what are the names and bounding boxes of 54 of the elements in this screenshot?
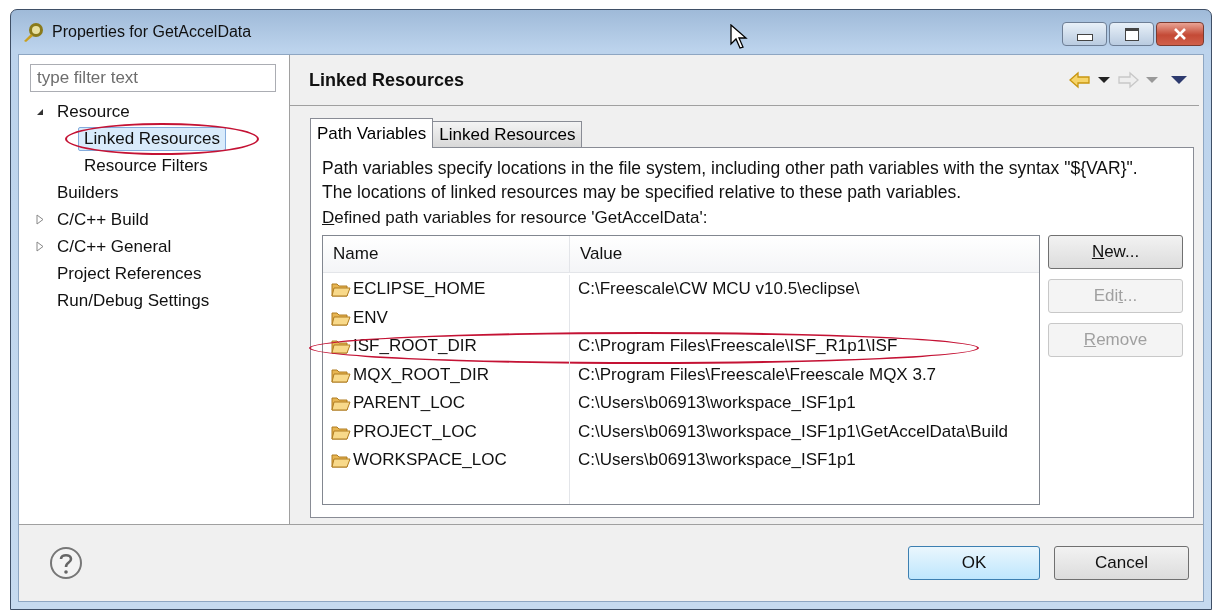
maximize-icon [1124, 27, 1139, 41]
tree-item[interactable]: Run/Debug Settings [51, 288, 216, 313]
column-header[interactable]: Value [570, 236, 1039, 272]
filter-field[interactable]: type filter text [30, 64, 276, 92]
expand-arrow-icon[interactable] [36, 241, 44, 252]
mouse-pointer-icon [730, 24, 748, 50]
description-text: The locations of linked resources may be specified relative to these path variables. [322, 181, 963, 204]
tree-item[interactable]: C/C++ General [51, 234, 178, 259]
collapse-arrow-icon[interactable] [36, 107, 44, 116]
table-cell[interactable]: C:\Program Files\Freescale\Freescale MQX 3.7 [578, 364, 937, 385]
table-cell[interactable]: WORKSPACE_LOC [353, 450, 507, 471]
tab[interactable]: Linked Resources [432, 121, 583, 147]
minimize-icon [1076, 33, 1093, 41]
tree-item[interactable]: Resource [51, 99, 136, 124]
table-label: Defined path variables for resource 'GetAccelData': [322, 207, 709, 229]
dropdown-arrow-icon[interactable] [1098, 77, 1110, 83]
description-text: Path variables specify locations in the file system, including other path variables with the syntax "${VAR}". [322, 157, 1139, 180]
side-button[interactable]: New... [1048, 235, 1183, 269]
page-title: Linked Resources [309, 69, 465, 91]
folder-icon [331, 309, 351, 326]
tree-item[interactable]: Resource Filters [78, 153, 214, 178]
expand-arrow-icon[interactable] [36, 214, 44, 225]
table-cell[interactable]: C:\Users\b06913\workspace_ISF1p1 [578, 450, 856, 471]
tree-item[interactable]: C/C++ Build [51, 207, 155, 232]
table-cell[interactable]: PROJECT_LOC [353, 421, 477, 442]
table-cell[interactable]: C:\Freescale\CW MCU v10.5\eclipse\ [578, 279, 860, 300]
maximize-button[interactable] [1109, 22, 1154, 46]
close-button[interactable] [1156, 22, 1204, 46]
tab[interactable]: Path Variables [310, 118, 434, 148]
table-cell[interactable]: ECLIPSE_HOME [353, 279, 486, 300]
tree-item[interactable]: Project References [51, 261, 208, 286]
help-icon[interactable] [49, 546, 83, 580]
dialog-button[interactable]: OK [908, 546, 1040, 580]
tree-item[interactable]: Linked Resources [78, 126, 227, 151]
folder-icon [331, 281, 351, 298]
folder-icon [331, 338, 351, 355]
table-cell[interactable]: PARENT_LOC [353, 393, 466, 414]
table-cell[interactable]: C:\Users\b06913\workspace_ISF1p1\GetAccelData\Build [578, 421, 1008, 442]
table-cell[interactable]: MQX_ROOT_DIR [353, 364, 490, 385]
folder-icon [331, 452, 351, 469]
dialog-button[interactable]: Cancel [1054, 546, 1189, 580]
folder-icon [331, 423, 351, 440]
view-menu-icon[interactable] [1171, 76, 1187, 84]
table-cell[interactable]: C:\Users\b06913\workspace_ISF1p1 [578, 393, 856, 414]
table-cell[interactable]: ISF_ROOT_DIR [353, 336, 477, 357]
folder-icon [331, 366, 351, 383]
close-icon [1173, 28, 1187, 40]
window-title: Properties for GetAccelData [52, 23, 252, 41]
folder-icon [331, 395, 351, 412]
minimize-button[interactable] [1062, 22, 1107, 46]
tree-item[interactable]: Builders [51, 180, 125, 205]
table-cell[interactable]: C:\Program Files\Freescale\ISF_R1p1\ISF [578, 336, 898, 357]
column-header[interactable]: Name [323, 236, 570, 272]
table-cell[interactable]: ENV [353, 307, 388, 328]
